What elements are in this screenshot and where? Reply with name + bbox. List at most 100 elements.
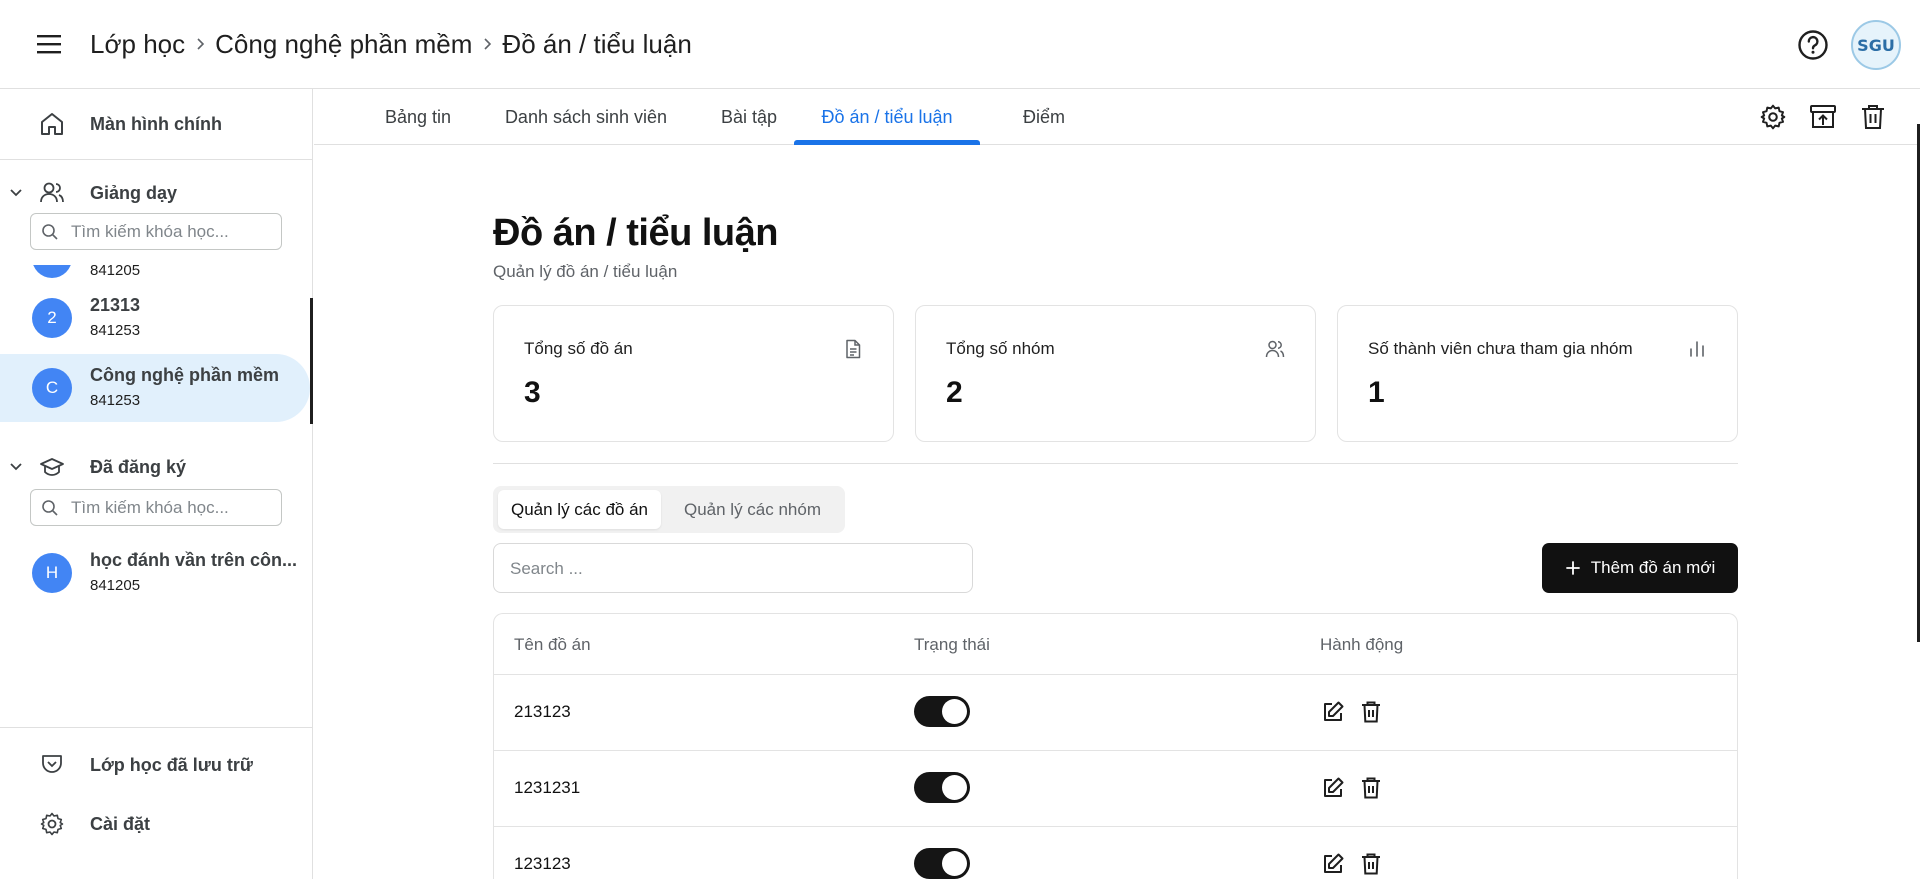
search-enrolled-input[interactable] (30, 489, 282, 526)
trash-icon[interactable] (1856, 100, 1890, 134)
segment-manage-groups[interactable]: Quản lý các nhóm (665, 490, 840, 529)
trash-icon[interactable] (1358, 699, 1384, 725)
sidebar: Màn hình chính Giảng dạy 841205 2 21313 … (0, 89, 313, 879)
stat-card-groups: Tổng số nhóm 2 (915, 305, 1316, 442)
tab-bar: Bảng tin Danh sách sinh viên Bài tập Đồ … (314, 89, 1920, 145)
search-field[interactable] (510, 556, 950, 582)
course-title: Công nghệ phần mềm (90, 365, 279, 385)
edit-icon[interactable] (1320, 775, 1346, 801)
chevron-down-icon (7, 184, 25, 202)
search-enrolled-field[interactable] (71, 496, 276, 520)
page-title: Đồ án / tiểu luận (493, 212, 778, 254)
status-toggle[interactable] (914, 696, 970, 727)
search-courses-input[interactable] (30, 213, 282, 250)
tab-assignments[interactable]: Bài tập (694, 89, 804, 145)
course-badge: H (32, 553, 72, 593)
trash-icon[interactable] (1358, 851, 1384, 877)
tab-grades[interactable]: Điểm (984, 89, 1104, 145)
stat-card-projects: Tổng số đồ án 3 (493, 305, 894, 442)
breadcrumb-item-classes[interactable]: Lớp học (90, 29, 185, 60)
sidebar-item-home[interactable]: Màn hình chính (0, 89, 312, 159)
home-icon (38, 110, 66, 138)
sidebar-scrollbar[interactable] (310, 298, 313, 424)
sidebar-item-label: Cài đặt (90, 813, 151, 834)
stat-value: 1 (1368, 376, 1385, 409)
add-project-label: Thêm đồ án mới (1590, 558, 1716, 577)
course-title: 21313 (90, 295, 141, 315)
document-icon (843, 339, 863, 359)
users-icon (38, 179, 66, 207)
breadcrumb: Lớp học Công nghệ phần mềm Đồ án / tiểu … (90, 25, 692, 63)
projects-table: Tên đồ án Trạng thái Hành động 213123 12… (493, 613, 1738, 879)
course-badge: 2 (32, 298, 72, 338)
course-code: 841253 (90, 322, 141, 339)
tab-projects[interactable]: Đồ án / tiểu luận (794, 89, 980, 145)
course-item[interactable]: 2 21313 841253 (0, 284, 312, 352)
column-header-status[interactable]: Trạng thái (914, 635, 990, 655)
sidebar-item-settings[interactable]: Cài đặt (0, 796, 312, 852)
stat-value: 2 (946, 376, 963, 409)
help-icon[interactable] (1796, 28, 1830, 62)
gear-icon[interactable] (1756, 100, 1790, 134)
section-enrolled[interactable]: Đã đăng ký (0, 445, 312, 489)
chevron-down-icon (7, 458, 25, 476)
segmented-control: Quản lý các đồ án Quản lý các nhóm (493, 486, 845, 533)
course-item[interactable]: H học đánh vần trên côn... 841205 (0, 539, 312, 607)
search-icon (41, 499, 59, 517)
breadcrumb-item-course[interactable]: Công nghệ phần mềm (215, 29, 472, 60)
course-item-active[interactable]: C Công nghệ phần mềm 841253 (0, 354, 310, 422)
tab-students[interactable]: Danh sách sinh viên (486, 89, 686, 145)
table-row: 123123 (494, 827, 1737, 879)
sidebar-item-label: Màn hình chính (90, 113, 222, 134)
avatar[interactable]: SGU (1851, 20, 1901, 70)
edit-icon[interactable] (1320, 699, 1346, 725)
plus-icon (1565, 561, 1580, 575)
section-teaching[interactable]: Giảng dạy (0, 171, 312, 215)
chevron-right-icon (185, 37, 215, 51)
stat-card-unassigned: Số thành viên chưa tham gia nhóm 1 (1337, 305, 1738, 442)
course-code: 841205 (90, 265, 141, 279)
archive-upload-icon[interactable] (1806, 100, 1840, 134)
chevron-right-icon (472, 37, 502, 51)
trash-icon[interactable] (1358, 775, 1384, 801)
column-header-name[interactable]: Tên đồ án (514, 635, 591, 655)
add-project-button[interactable]: Thêm đồ án mới (1542, 543, 1738, 593)
toggle-knob (942, 851, 967, 876)
bar-chart-icon (1687, 339, 1707, 359)
sidebar-item-archived[interactable]: Lớp học đã lưu trữ (0, 737, 312, 793)
status-toggle[interactable] (914, 848, 970, 879)
project-name: 1231231 (514, 778, 581, 797)
table-row: 213123 (494, 675, 1737, 751)
gear-icon (38, 810, 66, 838)
stat-label: Số thành viên chưa tham gia nhóm (1368, 339, 1633, 358)
page-subtitle: Quản lý đồ án / tiểu luận (493, 262, 678, 281)
stat-label: Tổng số đồ án (524, 339, 633, 358)
project-name: 213123 (514, 702, 571, 721)
course-badge (32, 265, 72, 278)
divider (0, 159, 312, 160)
search-input[interactable] (493, 543, 973, 593)
top-bar: Lớp học Công nghệ phần mềm Đồ án / tiểu … (0, 0, 1920, 89)
users-icon (1265, 339, 1285, 359)
menu-icon[interactable] (31, 26, 67, 62)
stat-value: 3 (524, 376, 541, 409)
breadcrumb-item-current[interactable]: Đồ án / tiểu luận (502, 29, 691, 60)
segment-manage-projects[interactable]: Quản lý các đồ án (498, 490, 661, 529)
course-item-partial[interactable]: 841205 (0, 265, 312, 282)
course-badge: C (32, 368, 72, 408)
course-code: 841205 (90, 577, 141, 594)
avatar-logo-text: SGU (1857, 35, 1895, 55)
status-toggle[interactable] (914, 772, 970, 803)
search-courses-field[interactable] (71, 220, 276, 244)
course-title: học đánh vần trên côn... (90, 550, 298, 570)
archive-icon (38, 751, 66, 779)
column-header-actions: Hành động (1320, 635, 1404, 654)
tab-news[interactable]: Bảng tin (358, 89, 478, 145)
divider (493, 463, 1738, 464)
edit-icon[interactable] (1320, 851, 1346, 877)
section-label: Giảng dạy (90, 182, 178, 203)
project-name: 123123 (514, 854, 571, 873)
divider (0, 727, 312, 728)
active-tab-indicator (794, 140, 980, 145)
toggle-knob (942, 699, 967, 724)
